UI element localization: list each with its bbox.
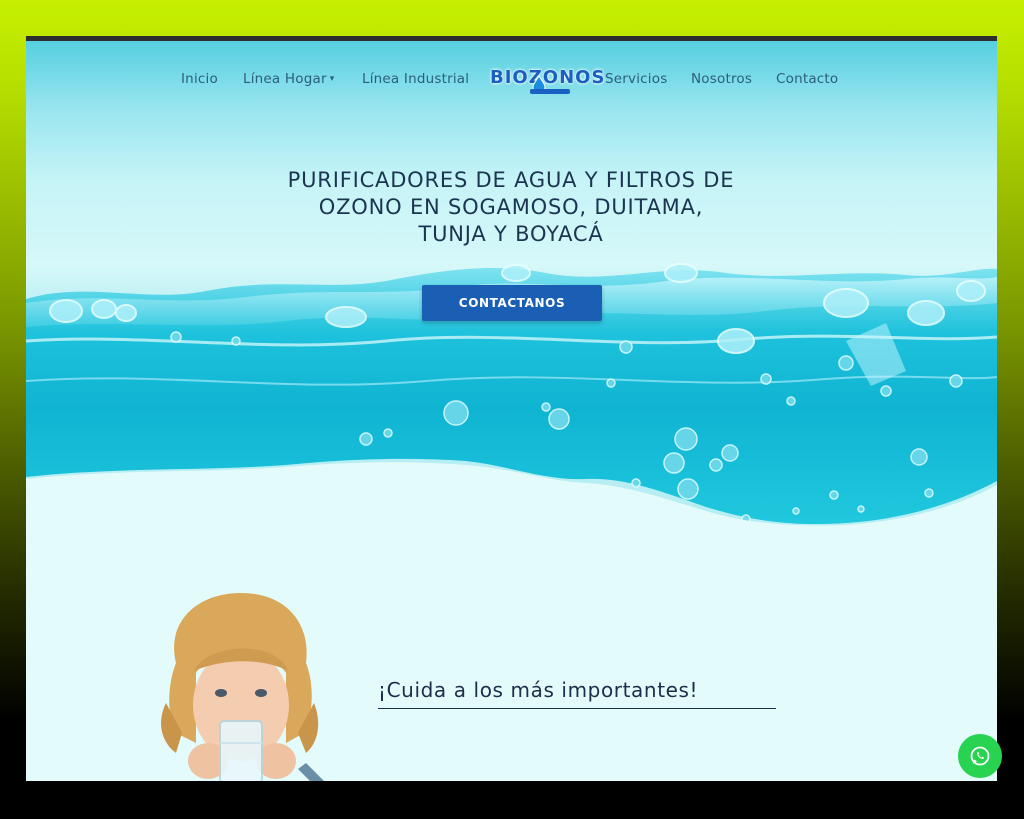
hero-headline: PURIFICADORES DE AGUA Y FILTROS DE OZONO…	[226, 167, 796, 248]
logo-tagline-bar	[530, 89, 570, 94]
nav-item-linea-industrial[interactable]: Línea Industrial	[362, 71, 469, 87]
nav-item-linea-hogar-label: Línea Hogar	[243, 71, 327, 87]
nav-item-servicios[interactable]: Servicios	[605, 71, 667, 87]
nav-item-contacto[interactable]: Contacto	[776, 71, 838, 87]
hero-section: Inicio Línea Hogar ▾ Línea Industrial BIO…	[26, 41, 997, 541]
headline-line-3: TUNJA Y BOYACÁ	[418, 222, 604, 246]
main-navigation: Inicio Línea Hogar ▾ Línea Industrial BIO…	[26, 67, 997, 97]
chevron-down-icon: ▾	[329, 74, 335, 84]
contact-cta-button[interactable]: CONTACTANOS	[422, 285, 602, 321]
nav-item-inicio[interactable]: Inicio	[181, 71, 218, 87]
brand-logo[interactable]: BIOZONOS	[490, 65, 604, 105]
child-drinking-water-photo	[161, 593, 324, 781]
headline-line-1: PURIFICADORES DE AGUA Y FILTROS DE	[287, 168, 735, 192]
headline-line-2: OZONO EN SOGAMOSO, DUITAMA,	[318, 195, 704, 219]
nav-item-nosotros[interactable]: Nosotros	[691, 71, 752, 87]
nav-item-linea-hogar[interactable]: Línea Hogar ▾	[243, 71, 334, 87]
browser-viewport: Inicio Línea Hogar ▾ Línea Industrial BIO…	[26, 41, 997, 781]
whatsapp-icon	[970, 746, 990, 766]
section-tagline: ¡Cuida a los más importantes!	[378, 678, 776, 709]
whatsapp-button[interactable]	[958, 734, 1002, 778]
